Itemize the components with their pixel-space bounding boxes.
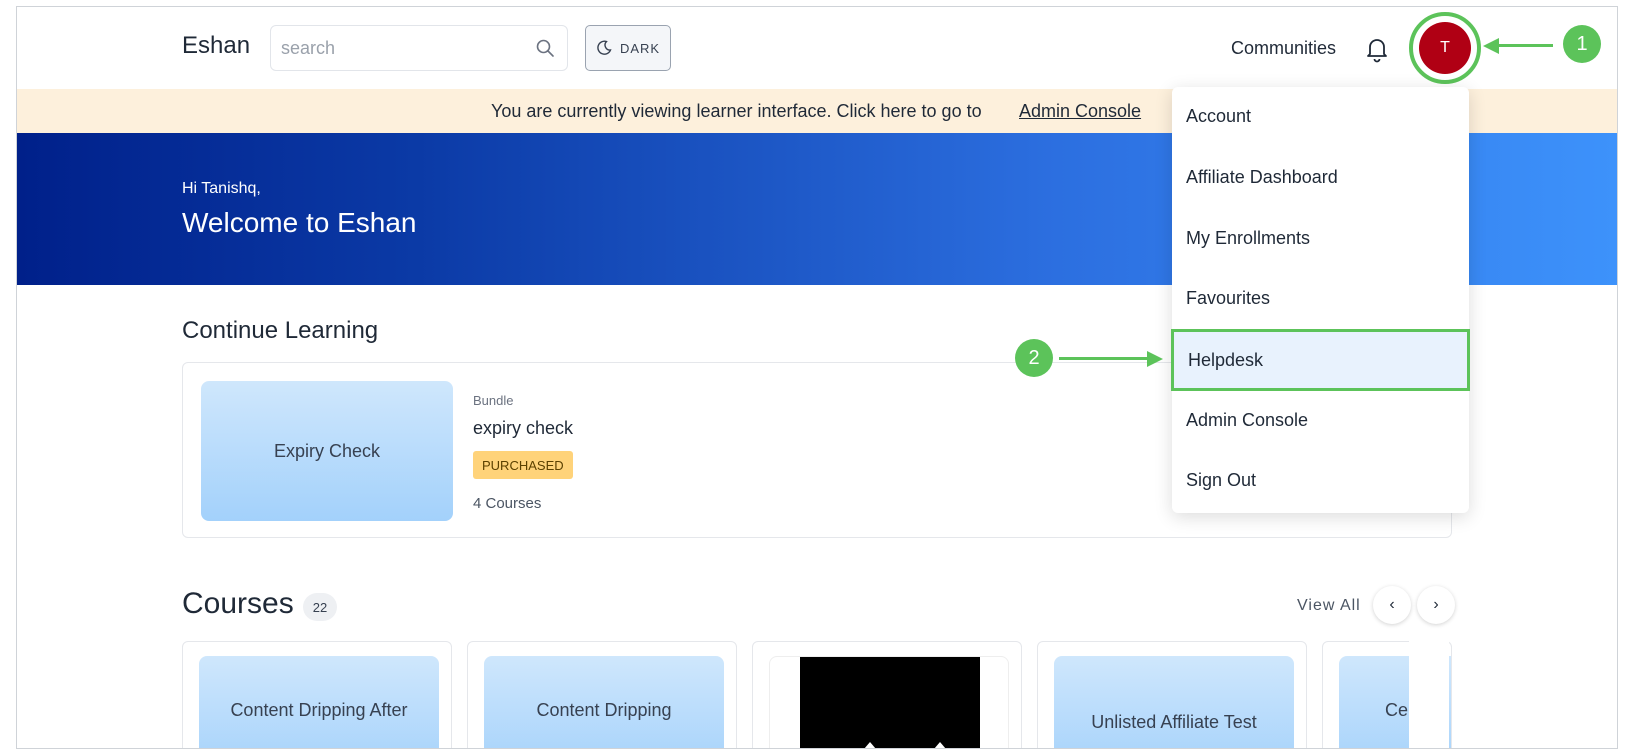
communities-link[interactable]: Communities bbox=[1231, 38, 1336, 59]
annotation-badge-2: 2 bbox=[1015, 339, 1053, 377]
courses-prev-button[interactable]: ‹ bbox=[1373, 586, 1411, 624]
app-window: Eshan DARK Communities T 1 You are curre… bbox=[16, 6, 1618, 749]
purchased-badge: PURCHASED bbox=[473, 451, 573, 479]
annotation-arrow-2-head bbox=[1147, 351, 1163, 367]
dark-mode-label: DARK bbox=[619, 40, 661, 56]
brand-logo[interactable]: Eshan bbox=[182, 32, 250, 60]
course-thumbnail[interactable] bbox=[769, 656, 1009, 748]
course-card[interactable]: Content Dripping After bbox=[182, 641, 452, 748]
avatar[interactable]: T bbox=[1419, 22, 1471, 74]
bundle-thumbnail[interactable]: Expiry Check bbox=[201, 381, 453, 521]
courses-next-button[interactable]: › bbox=[1417, 586, 1455, 624]
top-header: Eshan DARK Communities T bbox=[17, 7, 1617, 89]
continue-learning-title: Continue Learning bbox=[182, 317, 379, 344]
menu-item-account[interactable]: Account bbox=[1172, 87, 1469, 145]
annotation-arrow-2 bbox=[1059, 357, 1147, 360]
bundle-type-label: Bundle bbox=[473, 393, 514, 408]
course-card[interactable]: Unlisted Affiliate Test bbox=[1037, 641, 1307, 748]
annotation-arrow-1 bbox=[1497, 44, 1553, 47]
bundle-name[interactable]: expiry check bbox=[473, 418, 573, 439]
courses-count-badge: 22 bbox=[303, 593, 337, 621]
search-input[interactable] bbox=[281, 26, 531, 70]
menu-item-favourites[interactable]: Favourites bbox=[1172, 269, 1469, 327]
dark-mode-button[interactable]: DARK bbox=[585, 25, 671, 71]
menu-item-affiliate-dashboard[interactable]: Affiliate Dashboard bbox=[1172, 148, 1469, 206]
menu-item-helpdesk[interactable]: Helpdesk bbox=[1171, 329, 1470, 391]
course-thumbnail[interactable]: Unlisted Affiliate Test bbox=[1054, 656, 1294, 748]
course-card[interactable] bbox=[752, 641, 1022, 748]
search-box[interactable] bbox=[270, 25, 568, 71]
menu-item-sign-out[interactable]: Sign Out bbox=[1172, 451, 1469, 509]
bundle-course-count: 4 Courses bbox=[473, 495, 542, 512]
menu-item-admin-console[interactable]: Admin Console bbox=[1172, 391, 1469, 449]
hero-greeting: Hi Tanishq, bbox=[182, 180, 261, 197]
courses-fade-edge bbox=[1409, 641, 1449, 748]
menu-item-my-enrollments[interactable]: My Enrollments bbox=[1172, 209, 1469, 267]
bell-icon[interactable] bbox=[1364, 35, 1390, 63]
moon-icon bbox=[597, 40, 612, 55]
notice-text: You are currently viewing learner interf… bbox=[491, 101, 982, 121]
course-image bbox=[800, 657, 980, 748]
search-icon[interactable] bbox=[535, 38, 555, 58]
hero-title: Welcome to Eshan bbox=[182, 207, 417, 238]
annotation-arrow-1-head bbox=[1483, 38, 1499, 54]
course-card[interactable]: Content Dripping bbox=[467, 641, 737, 748]
annotation-badge-1: 1 bbox=[1563, 25, 1601, 63]
course-thumbnail[interactable]: Content Dripping bbox=[484, 656, 724, 748]
courses-title: Courses bbox=[182, 587, 294, 620]
admin-console-link[interactable]: Admin Console bbox=[1019, 101, 1141, 122]
course-thumbnail[interactable]: Content Dripping After bbox=[199, 656, 439, 748]
account-dropdown-menu: Account Affiliate Dashboard My Enrollmen… bbox=[1171, 87, 1470, 513]
view-all-link[interactable]: View All bbox=[1297, 597, 1361, 615]
